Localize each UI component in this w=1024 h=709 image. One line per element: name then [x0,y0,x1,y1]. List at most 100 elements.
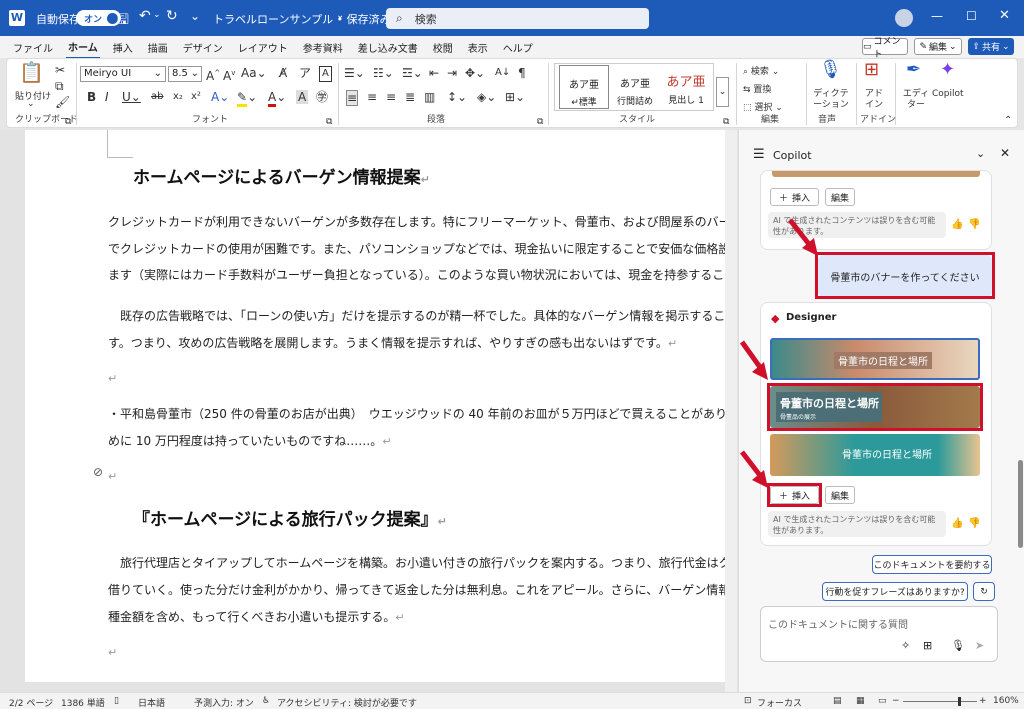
dialog-launcher-icon[interactable]: ⧉ [723,117,729,127]
doc-paragraph-line[interactable]: 借りていく。使った分だけ金利がかかり、帰ってきて返金した分は無利息。これをアピー… [108,581,725,598]
thumbs-down-icon[interactable]: 👎 [968,518,980,529]
multilevel-list-icon[interactable]: ☲⌄ [402,66,423,80]
change-case-icon[interactable]: Aa⌄ [241,66,267,80]
paste-dropdown-icon[interactable]: ⌄ [27,99,35,109]
minimize-icon[interactable]: — [931,9,943,23]
chevron-down-icon[interactable]: ⌄ [976,147,985,160]
asian-layout-icon[interactable]: ✥⌄ [465,66,485,80]
menu-mailings[interactable]: 差し込み文書 [356,37,420,58]
title-dropdown-icon[interactable]: ⌄ [336,10,344,21]
comment-button[interactable]: ▭ コメント [862,37,908,60]
predictive-text[interactable]: 予測入力: オン [194,696,254,709]
menu-home[interactable]: ホーム [66,36,100,59]
menu-view[interactable]: 表示 [466,37,490,58]
align-center-icon[interactable]: ≡ [367,90,377,104]
style-no-spacing[interactable]: あア亜 行間詰め [610,65,660,109]
styles-more-icon[interactable]: ⌄ [716,77,729,107]
document-title[interactable]: トラベルローンサンプル • 保存済み [213,11,391,27]
heading-travel[interactable]: 『ホームページによる旅行パック提案』↵ [133,505,447,530]
shrink-font-icon[interactable]: Av [223,66,235,83]
style-normal[interactable]: あア亜 ↵標準 [559,65,609,109]
focus-mode[interactable]: フォーカス [757,696,802,709]
clear-format-icon[interactable]: A̸ [279,66,287,80]
font-name-combo[interactable]: Meiryo UI ⌄ [80,66,166,82]
enclosed-char-icon[interactable]: A [319,66,332,82]
dialog-launcher-icon[interactable]: ⧉ [326,117,332,127]
menu-review[interactable]: 校閲 [431,37,455,58]
font-size-combo[interactable]: 8.5 ⌄ [168,66,202,82]
microphone-icon[interactable]: 🎙 [819,61,842,79]
accessibility-status[interactable]: アクセシビリティ: 検討が必要です [277,696,417,709]
font-color-icon[interactable]: A⌄ [268,90,286,107]
print-layout-icon[interactable]: ▦ [856,696,865,706]
close-pane-icon[interactable]: ✕ [1000,146,1010,160]
share-button[interactable]: ⇪ 共有 ⌄ [968,38,1014,55]
decrease-indent-icon[interactable]: ⇤ [429,66,439,80]
paste-icon[interactable]: 📋 [19,62,44,82]
addins-button[interactable]: アドイン [863,89,885,111]
refresh-icon[interactable]: ↻ [973,582,995,601]
attach-icon[interactable]: ⊞ [923,639,932,652]
format-painter-icon[interactable]: 🖌 [55,95,70,109]
text-effects-icon[interactable]: A⌄ [211,90,229,104]
undo-icon[interactable]: ↶ [139,8,151,24]
superscript-icon[interactable]: x² [191,90,201,104]
bold-icon[interactable]: B [87,90,96,104]
dialog-launcher-icon[interactable]: ⧉ [65,117,71,127]
char-shading-icon[interactable]: A [296,90,309,104]
doc-paragraph-line[interactable]: 既存の広告戦略では、「ローンの使い方」だけを提示するのが精一杯でした。具体的なバ… [108,307,725,324]
edit-mode-button[interactable]: ✎ 編集 ⌄ [914,38,962,55]
redo-icon[interactable]: ↻ [166,8,178,24]
search-box[interactable]: ⌕ 検索 [386,8,649,29]
doc-paragraph-line[interactable]: ・平和島骨董市（250 件の骨董のお店が出典） ウエッジウッドの 40 年前のお… [108,405,725,422]
distributed-icon[interactable]: ▥ [424,90,435,104]
chat-input[interactable]: このドキュメントに関する質問 ✧ ⊞ 🎙 ➤ [760,606,998,662]
customize-toolbar-icon[interactable]: ⌄ [190,9,200,23]
microphone-icon[interactable]: 🎙 [951,639,965,652]
zoom-slider[interactable] [903,701,977,702]
menu-help[interactable]: ヘルプ [501,37,535,58]
thumbs-down-icon[interactable]: 👎 [968,219,980,230]
menu-references[interactable]: 参考資料 [301,37,345,58]
proofing-icon[interactable]: ▯ [114,696,119,706]
menu-design[interactable]: デザイン [181,37,225,58]
doc-paragraph-line[interactable]: 種金額を含め、もって行くべきお小遣いも提示する。↵ [108,608,725,625]
replace-button[interactable]: ⇆ 置換 [743,82,771,95]
menu-insert[interactable]: 挿入 [111,37,135,58]
menu-draw[interactable]: 描画 [146,37,170,58]
doc-paragraph-line[interactable]: 旅行代理店とタイアップしてホームページを構築。お小遣い付きの旅行パックを案内する… [108,554,725,571]
copilot-scrollbar[interactable] [1018,460,1023,548]
addins-icon[interactable]: ⊞ [864,61,879,79]
find-button[interactable]: ⌕ 検索 ⌄ [743,64,779,77]
strikethrough-icon[interactable]: ab [151,90,163,104]
style-heading1[interactable]: あア亜 見出し 1 [661,65,711,109]
save-icon[interactable]: 🖫 [117,9,129,33]
sort-icon[interactable]: A↓ [495,66,510,80]
align-left-icon[interactable]: ≡ [346,90,359,106]
numbering-icon[interactable]: ☷⌄ [373,66,394,80]
zoom-in-icon[interactable]: + [979,696,987,706]
menu-file[interactable]: ファイル [11,37,55,58]
italic-icon[interactable]: I [105,90,109,104]
cut-icon[interactable]: ✂ [55,63,65,77]
line-spacing-icon[interactable]: ↕⌄ [447,90,467,104]
avatar[interactable] [895,9,913,27]
doc-paragraph-line[interactable]: ます（実際にはカード手数料がユーザー負担となっている）。このような買い物状況にお… [108,266,725,283]
zoom-out-icon[interactable]: − [892,696,900,706]
close-icon[interactable]: ✕ [999,8,1010,23]
word-count[interactable]: 1386 単語 [61,696,105,709]
read-mode-icon[interactable]: ▤ [833,696,842,706]
doc-paragraph-line[interactable]: めに 10 万円程度は持っていたいものですね……。↵ [108,432,725,449]
justify-icon[interactable]: ≣ [405,90,415,104]
menu-icon[interactable]: ☰ [753,147,765,162]
send-icon[interactable]: ➤ [975,639,984,652]
web-layout-icon[interactable]: ▭ [878,696,887,706]
maximize-icon[interactable]: ☐ [966,9,977,23]
copy-icon[interactable]: ⧉ [55,79,64,93]
copilot-icon[interactable]: ✦ [940,61,955,79]
autosave-toggle[interactable]: オン [76,10,122,26]
collapse-ribbon-icon[interactable]: ⌃ [1004,115,1012,126]
subscript-icon[interactable]: x₂ [173,90,183,104]
zoom-level[interactable]: 160% [993,696,1019,706]
copilot-margin-icon[interactable]: ⊘ [93,465,103,479]
